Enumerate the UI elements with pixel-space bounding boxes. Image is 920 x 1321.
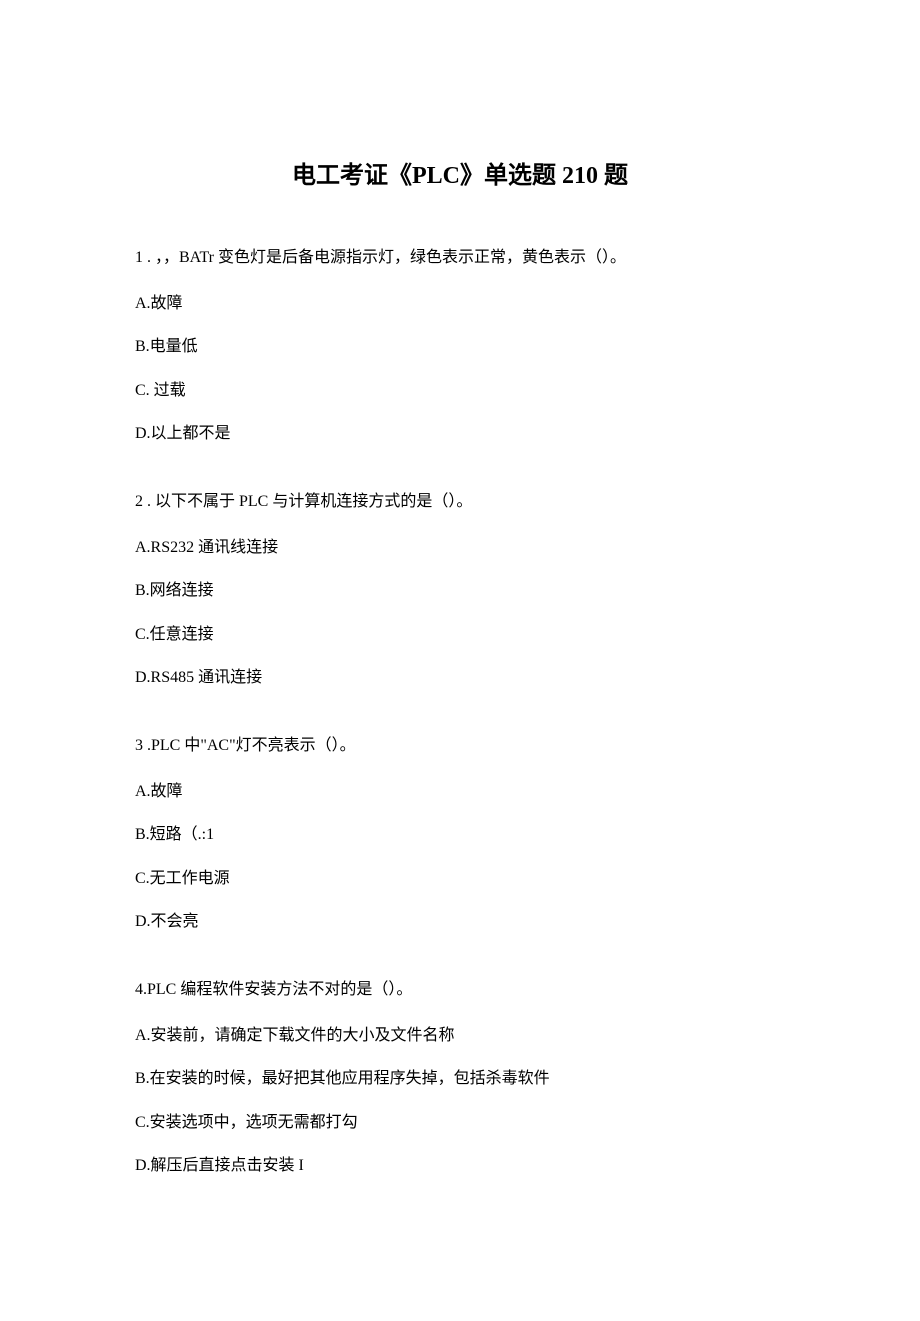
question-4: 4.PLC 编程软件安装方法不对的是（）。 A.安装前，请确定下载文件的大小及文… <box>135 977 785 1179</box>
question-option: B.网络连接 <box>135 578 785 604</box>
question-prompt: 2 . 以下不属于 PLC 与计算机连接方式的是（）。 <box>135 489 785 515</box>
question-prompt: 4.PLC 编程软件安装方法不对的是（）。 <box>135 977 785 1003</box>
question-option: D.RS485 通讯连接 <box>135 665 785 691</box>
page-title: 电工考证《PLC》单选题 210 题 <box>135 155 785 190</box>
question-option: B.在安装的时候，最好把其他应用程序失掉，包括杀毒软件 <box>135 1066 785 1092</box>
question-option: C.无工作电源 <box>135 866 785 892</box>
question-option: C.任意连接 <box>135 622 785 648</box>
question-3: 3 .PLC 中"AC"灯不亮表示（）。 A.故障 B.短路（.:1 C.无工作… <box>135 733 785 935</box>
question-option: C. 过载 <box>135 378 785 404</box>
question-option: D.不会亮 <box>135 909 785 935</box>
question-option: A.故障 <box>135 291 785 317</box>
question-prompt: 1 . ，，BATr 变色灯是后备电源指示灯，绿色表示正常，黄色表示（）。 <box>135 245 785 271</box>
question-option: D.以上都不是 <box>135 421 785 447</box>
question-option: B.短路（.:1 <box>135 822 785 848</box>
question-1: 1 . ，，BATr 变色灯是后备电源指示灯，绿色表示正常，黄色表示（）。 A.… <box>135 245 785 447</box>
question-option: C.安装选项中，选项无需都打勾 <box>135 1110 785 1136</box>
question-prompt: 3 .PLC 中"AC"灯不亮表示（）。 <box>135 733 785 759</box>
question-option: D.解压后直接点击安装 I <box>135 1153 785 1179</box>
question-option: A.故障 <box>135 779 785 805</box>
question-option: B.电量低 <box>135 334 785 360</box>
question-option: A.RS232 通讯线连接 <box>135 535 785 561</box>
question-option: A.安装前，请确定下载文件的大小及文件名称 <box>135 1023 785 1049</box>
question-2: 2 . 以下不属于 PLC 与计算机连接方式的是（）。 A.RS232 通讯线连… <box>135 489 785 691</box>
